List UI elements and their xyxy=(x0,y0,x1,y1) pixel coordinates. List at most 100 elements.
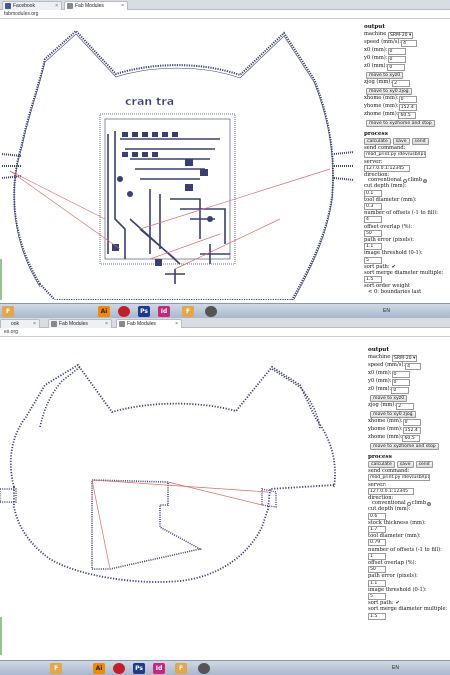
stock-thickness-input[interactable]: 1.7 xyxy=(368,526,386,534)
top-toolpath-canvas[interactable]: cran tra xyxy=(0,19,362,300)
process-heading: process xyxy=(368,453,392,460)
offsets-input[interactable]: 1 xyxy=(368,552,386,560)
close-icon[interactable]: × xyxy=(33,320,36,328)
tab-facebook[interactable]: ook × xyxy=(0,319,40,328)
zhome-label: zhome (mm): xyxy=(368,434,403,441)
move-home-button[interactable]: move to xyzhome and stop xyxy=(366,119,435,127)
path-error-input[interactable]: 1.1 xyxy=(368,579,386,587)
tool-diameter-input[interactable]: 0.79 xyxy=(368,539,386,547)
file-icon[interactable]: F xyxy=(2,306,14,317)
tab-label: Fab Modules xyxy=(75,3,104,9)
speed-label: speed (mm/s): xyxy=(368,362,406,369)
x0-input[interactable]: 0 xyxy=(391,370,410,378)
zhome-input[interactable]: 60.5 xyxy=(402,434,421,442)
cat-outline xyxy=(9,363,336,583)
tab-fab-modules-active[interactable]: Fab Modules × xyxy=(116,319,182,328)
inner-cut-path xyxy=(91,479,203,570)
indesign-icon[interactable]: Id xyxy=(158,306,170,317)
yhome-input[interactable]: 152.4 xyxy=(398,103,417,111)
climb-radio[interactable] xyxy=(427,501,432,506)
calculate-button[interactable]: calculate xyxy=(364,138,391,146)
top-settings-panel: output machine SRM-20 ▾ speed (mm/s): 4 x… xyxy=(364,24,450,295)
y0-input[interactable]: 0 xyxy=(391,378,410,386)
xhome-input[interactable]: 0 xyxy=(398,95,417,103)
photoshop-icon[interactable]: Ps xyxy=(133,663,145,674)
move-xyz0-button[interactable]: move to xyz0 xyxy=(370,394,408,402)
inkscape-icon[interactable] xyxy=(205,306,217,317)
yhome-input[interactable]: 152.4 xyxy=(402,426,421,434)
server-input[interactable]: 127.0.0.1:12345 xyxy=(364,164,410,172)
speed-input[interactable]: 4 xyxy=(401,39,418,47)
machine-select[interactable]: SRM-20 ▾ xyxy=(387,31,414,39)
move-xy0-zjog-button[interactable]: move to xy0 zjog xyxy=(366,87,412,95)
speed-label: speed (mm/s): xyxy=(364,39,402,46)
tab-fab-modules[interactable]: Fab Modules × xyxy=(48,319,112,328)
folder-icon[interactable]: F xyxy=(182,306,194,317)
z0-label: z0 (mm): xyxy=(364,63,388,70)
folder-icon[interactable]: F xyxy=(175,663,187,674)
page-icon xyxy=(51,321,57,327)
server-input[interactable]: 127.0.0.1:12345 xyxy=(368,487,414,495)
offsets-input[interactable]: 4 xyxy=(364,216,382,224)
close-icon[interactable]: × xyxy=(175,320,178,328)
zhome-label: zhome (mm): xyxy=(364,111,399,118)
cut-depth-input[interactable]: 0.6 xyxy=(368,512,386,520)
page-icon xyxy=(119,321,125,327)
calculate-button[interactable]: calculate xyxy=(368,461,395,469)
tool-diameter-input[interactable]: 0.3 xyxy=(364,203,382,211)
overlap-input[interactable]: 50 xyxy=(364,229,382,237)
close-icon[interactable]: × xyxy=(55,2,58,10)
move-home-button[interactable]: move to xyzhome and stop xyxy=(370,442,439,450)
bottom-settings-panel: output machine SRM-20 ▾ speed (mm/s): 4 x… xyxy=(368,347,450,620)
threshold-input[interactable]: 5 xyxy=(364,256,382,264)
close-icon[interactable]: × xyxy=(105,320,108,328)
indesign-icon[interactable]: Id xyxy=(153,663,165,674)
cut-depth-input[interactable]: 0.1 xyxy=(364,189,382,197)
file-icon[interactable]: F xyxy=(50,663,62,674)
y0-input[interactable]: 0 xyxy=(387,55,406,63)
climb-radio[interactable] xyxy=(423,178,428,183)
tab-label: ook xyxy=(11,321,20,327)
send-command-input[interactable]: mod_print.py /dev/usb/lp1 ; xyxy=(368,474,430,482)
app-icon[interactable] xyxy=(113,663,125,674)
top-tab-bar: Facebook × Fab Modules × xyxy=(0,0,450,10)
whiskers xyxy=(1,151,355,181)
board-logo-text: cran tra xyxy=(125,95,174,108)
x0-input[interactable]: 0 xyxy=(387,47,406,55)
send-command-input[interactable]: mod_print.py /dev/usb/lp1 ; xyxy=(364,151,426,159)
pcb-traces xyxy=(99,113,236,284)
illustrator-icon[interactable]: Ai xyxy=(98,306,110,317)
xhome-input[interactable]: 0 xyxy=(402,418,421,426)
output-heading: output xyxy=(368,347,389,353)
address-bar[interactable]: es.org xyxy=(0,328,450,337)
outline-toolpath-drawing xyxy=(0,363,336,655)
app-icon[interactable] xyxy=(118,306,130,317)
save-button[interactable]: save xyxy=(396,461,414,469)
z0-input[interactable]: 0 xyxy=(391,386,410,394)
inkscape-icon[interactable] xyxy=(198,663,210,674)
move-xyz0-button[interactable]: move to xyz0 xyxy=(366,71,404,79)
zhome-input[interactable]: 60.5 xyxy=(398,111,417,119)
photoshop-icon[interactable]: Ps xyxy=(138,306,150,317)
speed-input[interactable]: 4 xyxy=(405,362,422,370)
yhome-label: yhome (mm): xyxy=(364,103,399,110)
language-indicator[interactable]: EN xyxy=(383,307,390,316)
z0-input[interactable]: 0 xyxy=(387,63,406,71)
sort-merge-input[interactable]: 1.5 xyxy=(364,276,382,284)
illustrator-icon[interactable]: Ai xyxy=(93,663,105,674)
zjog-input[interactable]: 2 xyxy=(396,402,415,410)
zjog-input[interactable]: 2 xyxy=(392,79,411,87)
machine-select[interactable]: SRM-20 ▾ xyxy=(391,354,418,362)
tab-fab-modules[interactable]: Fab Modules × xyxy=(64,1,128,10)
language-indicator[interactable]: EN xyxy=(392,664,399,673)
send-button[interactable]: send xyxy=(415,461,433,469)
sort-merge-input[interactable]: 1.5 xyxy=(368,612,386,620)
move-xy0-zjog-button[interactable]: move to xy0 zjog xyxy=(370,410,416,418)
save-button[interactable]: save xyxy=(392,138,410,146)
send-button[interactable]: send xyxy=(411,138,429,146)
threshold-input[interactable]: 5 xyxy=(368,593,386,601)
bottom-toolpath-canvas[interactable] xyxy=(0,337,366,655)
address-bar[interactable]: fabmodules.org xyxy=(0,10,450,19)
tab-facebook[interactable]: Facebook × xyxy=(2,1,62,10)
close-icon[interactable]: × xyxy=(121,2,124,10)
